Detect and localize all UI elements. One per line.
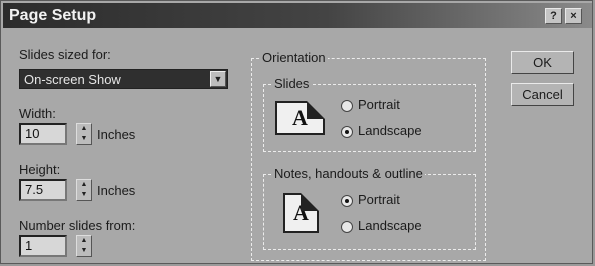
height-label: Height: (19, 162, 61, 177)
spin-down-icon[interactable]: ▼ (77, 190, 91, 200)
slides-portrait-label[interactable]: Portrait (358, 97, 400, 112)
spin-up-icon[interactable]: ▲ (77, 124, 91, 134)
slides-landscape-radio[interactable] (341, 126, 353, 138)
width-label: Width: (19, 106, 56, 121)
notes-portrait-radio[interactable] (341, 195, 353, 207)
window-title: Page Setup (9, 7, 97, 24)
notes-portrait-label[interactable]: Portrait (358, 192, 400, 207)
notes-landscape-label[interactable]: Landscape (358, 218, 422, 233)
spin-down-icon[interactable]: ▼ (77, 246, 91, 256)
notes-landscape-radio[interactable] (341, 221, 353, 233)
cancel-button[interactable]: Cancel (511, 83, 574, 106)
chevron-down-icon[interactable]: ▼ (210, 71, 226, 87)
portrait-page-icon: A (283, 193, 319, 233)
title-bar: Page Setup ? × (3, 3, 592, 28)
slides-orientation-title: Slides (272, 76, 312, 91)
orientation-group-title: Orientation (260, 50, 328, 65)
close-icon[interactable]: × (565, 8, 582, 24)
slides-sized-for-label: Slides sized for: (19, 47, 111, 62)
slides-sized-for-value: On-screen Show (24, 72, 121, 87)
number-slides-from-label: Number slides from: (19, 218, 136, 233)
spin-up-icon[interactable]: ▲ (77, 236, 91, 246)
width-unit-label: Inches (97, 127, 136, 142)
ok-button[interactable]: OK (511, 51, 574, 74)
width-input[interactable]: 10 (19, 123, 67, 145)
landscape-page-icon: A (275, 101, 325, 135)
page-setup-dialog: Page Setup ? × Slides sized for: On-scre… (0, 0, 593, 264)
height-unit-label: Inches (97, 183, 136, 198)
slides-sized-for-select[interactable]: On-screen Show ▼ (19, 69, 228, 89)
spin-down-icon[interactable]: ▼ (77, 134, 91, 144)
width-spinner[interactable]: ▲ ▼ (76, 123, 92, 145)
help-icon[interactable]: ? (545, 8, 562, 24)
height-spinner[interactable]: ▲ ▼ (76, 179, 92, 201)
slides-landscape-label[interactable]: Landscape (358, 123, 422, 138)
height-input[interactable]: 7.5 (19, 179, 67, 201)
notes-orientation-title: Notes, handouts & outline (272, 166, 425, 181)
number-slides-from-spinner[interactable]: ▲ ▼ (76, 235, 92, 257)
slides-portrait-radio[interactable] (341, 100, 353, 112)
spin-up-icon[interactable]: ▲ (77, 180, 91, 190)
number-slides-from-input[interactable]: 1 (19, 235, 67, 257)
